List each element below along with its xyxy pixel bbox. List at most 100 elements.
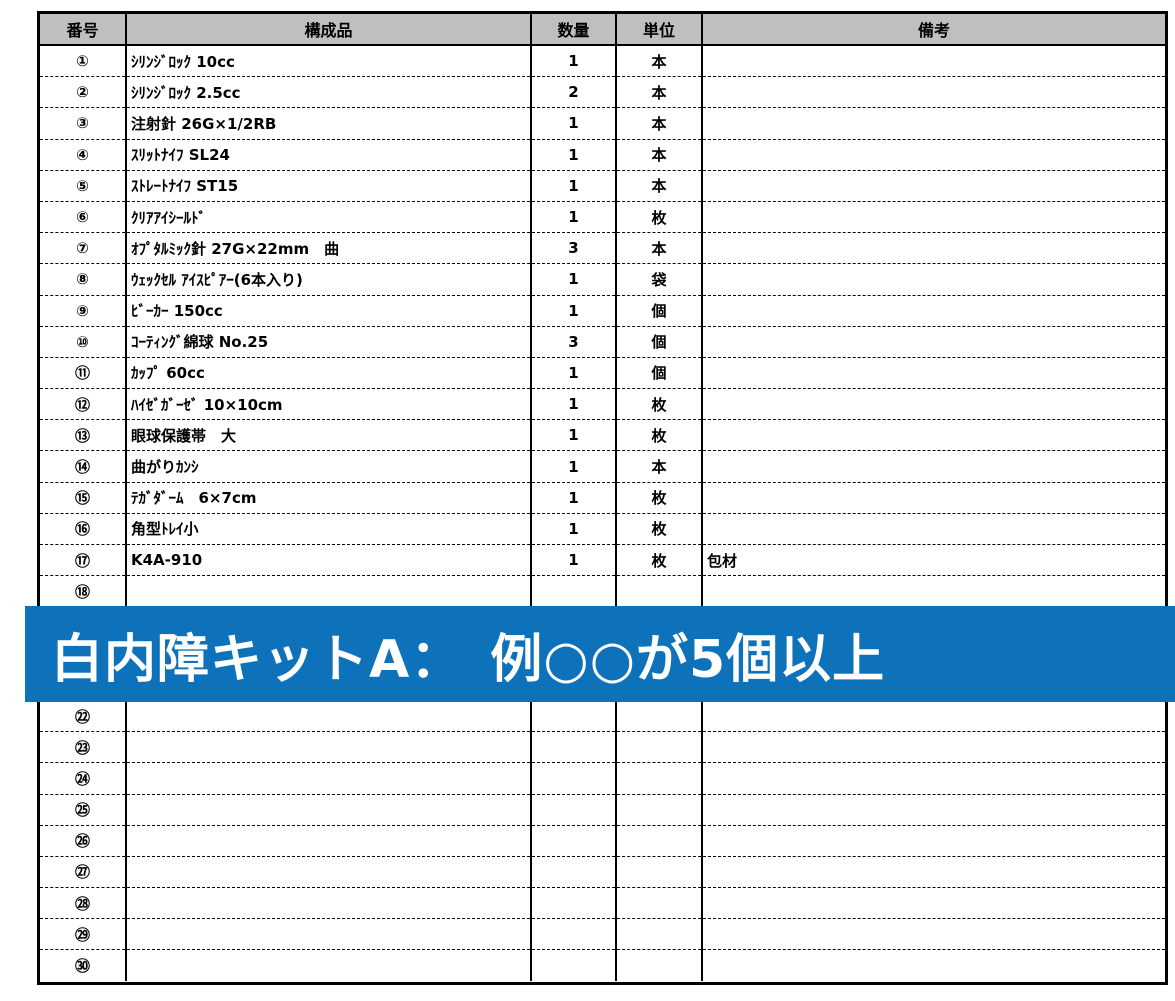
table-row: ⑭ 曲がりｶﾝｼ 1 本: [40, 450, 1165, 483]
remarks-cell: [702, 731, 1165, 764]
component-name-cell: 眼球保護帯 大: [126, 419, 532, 452]
table-row: ⑩ ｺｰﾃｨﾝｸﾞ綿球 No.25 3 個: [40, 326, 1165, 358]
row-number: ㉘: [40, 887, 127, 920]
quantity-cell: [531, 856, 617, 889]
unit-cell: 本: [616, 170, 703, 202]
remarks-cell: [702, 45, 1165, 78]
row-number: ⑪: [40, 357, 127, 390]
quantity-cell: 1: [531, 170, 617, 202]
row-number: ⑤: [40, 170, 127, 202]
row-number: ⑬: [40, 419, 127, 452]
remarks-cell: [702, 856, 1165, 889]
quantity-cell: 1: [531, 513, 617, 546]
row-number: ⑫: [40, 388, 127, 421]
unit-cell: [616, 918, 703, 951]
table-row: ② ｼﾘﾝｼﾞﾛｯｸ 2.5cc 2 本: [40, 76, 1165, 109]
remarks-cell: [702, 357, 1165, 390]
component-name-cell: [126, 700, 532, 733]
header-no: 番号: [40, 14, 127, 46]
component-name-cell: ｵﾌﾟﾀﾙﾐｯｸ針 27G×22mm 曲: [126, 232, 532, 265]
banner-text: 白内障キットA： 例○○が5個以上: [51, 629, 886, 690]
table-row: ⑤ ｽﾄﾚｰﾄﾅｲﾌ ST15 1 本: [40, 170, 1165, 202]
unit-cell: 個: [616, 295, 703, 327]
remarks-cell: [702, 794, 1165, 826]
component-name-cell: [126, 887, 532, 920]
component-name-cell: [126, 825, 532, 857]
row-number: ⑯: [40, 513, 127, 546]
component-name-cell: 注射針 26G×1/2RB: [126, 107, 532, 140]
header-row: 番号 構成品 数量 単位 備考: [40, 14, 1165, 46]
row-number: ⑭: [40, 450, 127, 483]
quantity-cell: [531, 700, 617, 733]
component-name-cell: [126, 762, 532, 795]
row-number: ㉔: [40, 762, 127, 795]
component-name-cell: ｽﾘｯﾄﾅｲﾌ SL24: [126, 139, 532, 171]
table-row: ⑪ ｶｯﾌﾟ 60cc 1 個: [40, 357, 1165, 390]
table-row: ⑯ 角型ﾄﾚｲ小 1 枚: [40, 513, 1165, 546]
component-name-cell: ﾊｲｾﾞｶﾞｰｾﾞ 10×10cm: [126, 388, 532, 421]
table-row: ㉙: [40, 918, 1165, 951]
unit-cell: [616, 949, 703, 981]
remarks-cell: [702, 139, 1165, 171]
unit-cell: 本: [616, 45, 703, 78]
table-row: ⑰ K4A-910 1 枚包材: [40, 544, 1165, 577]
unit-cell: 本: [616, 107, 703, 140]
quantity-cell: [531, 794, 617, 826]
unit-cell: [616, 825, 703, 857]
header-unit: 単位: [616, 14, 703, 46]
quantity-cell: [531, 731, 617, 764]
unit-cell: 枚: [616, 513, 703, 546]
remarks-cell: [702, 388, 1165, 421]
unit-cell: 袋: [616, 263, 703, 296]
quantity-cell: 2: [531, 76, 617, 109]
quantity-cell: 1: [531, 263, 617, 296]
row-number: ⑩: [40, 326, 127, 358]
table-row: ⑦ ｵﾌﾟﾀﾙﾐｯｸ針 27G×22mm 曲3本: [40, 232, 1165, 265]
component-name-cell: ﾃｶﾞﾀﾞｰﾑ 6×7cm: [126, 482, 532, 514]
unit-cell: 枚: [616, 419, 703, 452]
quantity-cell: 1: [531, 482, 617, 514]
quantity-cell: [531, 575, 617, 608]
table-row: ㉖: [40, 825, 1165, 857]
component-name-cell: ｶｯﾌﾟ 60cc: [126, 357, 532, 390]
quantity-cell: 1: [531, 388, 617, 421]
unit-cell: 枚: [616, 388, 703, 421]
unit-cell: [616, 887, 703, 920]
remarks-cell: [702, 450, 1165, 483]
unit-cell: 本: [616, 232, 703, 265]
remarks-cell: [702, 170, 1165, 202]
remarks-cell: [702, 419, 1165, 452]
row-number: ①: [40, 45, 127, 78]
remarks-cell: [702, 107, 1165, 140]
component-table: 番号 構成品 数量 単位 備考 ① ｼﾘﾝｼﾞﾛｯｸ 10cc 1 本 ② ｼﾘﾝｼﾞﾛｯ…: [40, 14, 1165, 981]
table-row: ㉒: [40, 700, 1165, 733]
unit-cell: 本: [616, 139, 703, 171]
table-row: ㉘: [40, 887, 1165, 920]
quantity-cell: 3: [531, 326, 617, 358]
row-number: ②: [40, 76, 127, 109]
row-number: ㉓: [40, 731, 127, 764]
remarks-cell: [702, 825, 1165, 857]
table-row: ⑫ ﾊｲｾﾞｶﾞｰｾﾞ 10×10cm 1 枚: [40, 388, 1165, 421]
component-name-cell: 角型ﾄﾚｲ小: [126, 513, 532, 546]
component-name-cell: ｽﾄﾚｰﾄﾅｲﾌ ST15: [126, 170, 532, 202]
quantity-cell: 1: [531, 107, 617, 140]
header-note: 備考: [702, 14, 1165, 46]
unit-cell: [616, 700, 703, 733]
unit-cell: [616, 575, 703, 608]
table-row: ㉗: [40, 856, 1165, 889]
component-name-cell: [126, 856, 532, 889]
component-name-cell: [126, 949, 532, 981]
kit-banner: 白内障キットA： 例○○が5個以上: [25, 606, 1175, 702]
remarks-cell: [702, 326, 1165, 358]
row-number: ㉒: [40, 700, 127, 733]
unit-cell: 枚: [616, 544, 703, 577]
unit-cell: [616, 731, 703, 764]
table-row: ㉓: [40, 731, 1165, 764]
row-number: ⑨: [40, 295, 127, 327]
component-name-cell: ｳｪｯｸｾﾙ ｱｲｽﾋﾟｱｰ(6本入り): [126, 263, 532, 296]
header-qty: 数量: [531, 14, 617, 46]
unit-cell: [616, 856, 703, 889]
row-number: ⑰: [40, 544, 127, 577]
quantity-cell: 1: [531, 357, 617, 390]
